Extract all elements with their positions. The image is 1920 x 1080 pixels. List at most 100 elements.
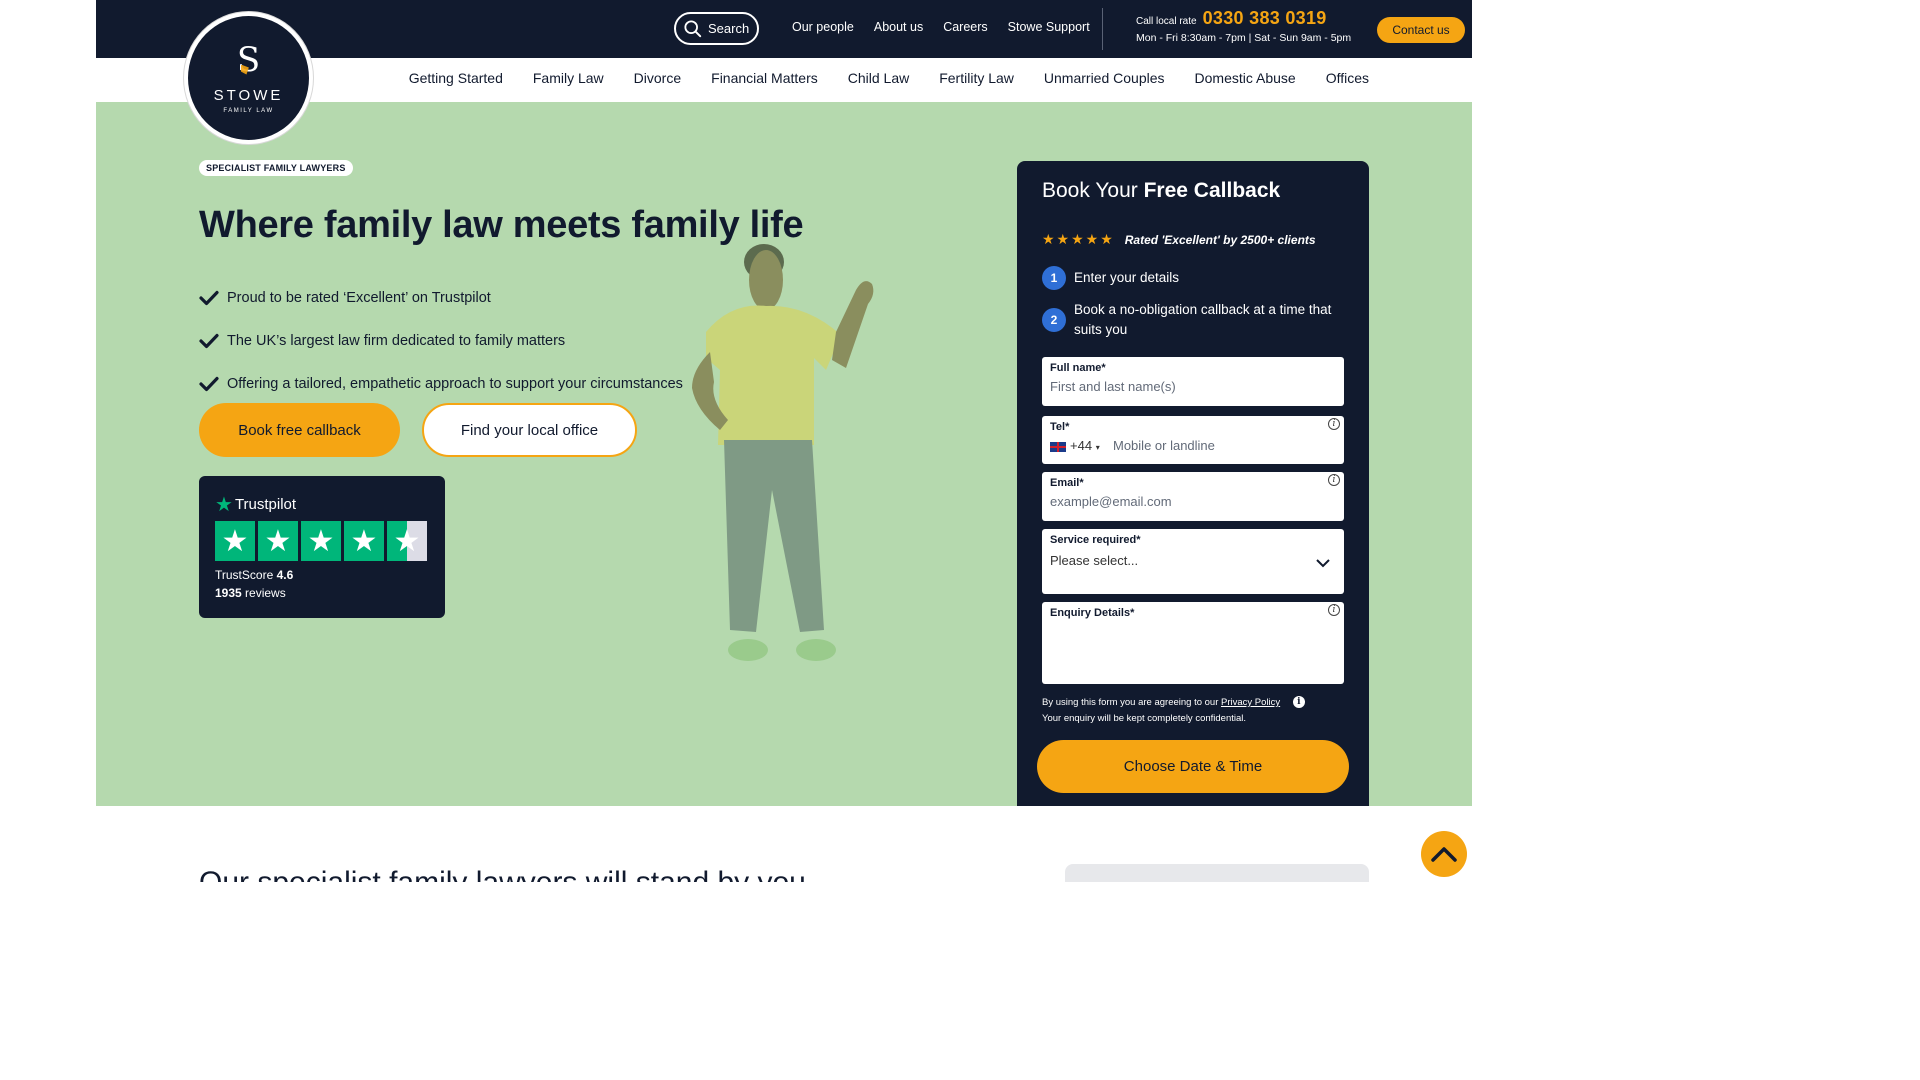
star-icon: ★ (301, 521, 341, 561)
tel-info-icon[interactable]: i (1328, 418, 1340, 430)
service-select[interactable]: Service required* Please select... (1042, 529, 1344, 594)
trustpilot-star-icon: ★ (215, 494, 233, 516)
nav-item-offices[interactable]: Offices (1326, 70, 1369, 86)
util-link-stowe-support[interactable]: Stowe Support (1008, 20, 1090, 34)
tel-placeholder: Mobile or landline (1113, 438, 1215, 453)
step-text: Book a no-obligation callback at a time … (1074, 302, 1332, 337)
email-field[interactable]: Email* i example@email.com (1042, 472, 1344, 521)
nav-item-getting-started[interactable]: Getting Started (409, 70, 503, 86)
nav-item-unmarried-couples[interactable]: Unmarried Couples (1044, 70, 1165, 86)
trustpilot-brand: Trustpilot (234, 496, 297, 513)
hero-point-text: Offering a tailored, empathetic approach… (227, 375, 683, 392)
call-label: Call local rate (1136, 16, 1197, 27)
opening-hours: Mon - Fri 8:30am - 7pm | Sat - Sun 9am -… (1136, 32, 1352, 44)
country-code: +44 (1070, 438, 1093, 453)
review-count-value: 1935 (215, 586, 242, 600)
stowe-logo[interactable]: S STOWE FAMILY LAW (184, 12, 313, 144)
check-icon (199, 376, 219, 391)
uk-flag-icon (1050, 441, 1066, 452)
tel-field[interactable]: Tel* i +44 ▾ Mobile or landline (1042, 416, 1344, 464)
enquiry-details-field[interactable]: Enquiry Details* i (1042, 602, 1344, 684)
hero-point: The UK’s largest law firm dedicated to f… (199, 319, 683, 362)
search-button[interactable]: Search (674, 12, 759, 45)
util-link-about-us[interactable]: About us (874, 20, 923, 34)
form-step: 1 Enter your details (1042, 266, 1334, 290)
email-info-icon[interactable]: i (1328, 474, 1340, 486)
lawyers-section-title: Our specialist family lawyers will stand… (199, 866, 806, 882)
tel-label: Tel* (1050, 421, 1070, 433)
scroll-to-top-button[interactable] (1421, 831, 1467, 877)
step-text: Enter your details (1074, 270, 1180, 285)
nav-item-child-law[interactable]: Child Law (848, 70, 909, 86)
lawyers-section-card (1065, 864, 1369, 882)
book-free-callback-button[interactable]: Book free callback (199, 403, 400, 457)
trustpilot-widget[interactable]: ★ Trustpilot ★ ★ ★ ★ ★ TrustScore 4.6 19… (199, 476, 445, 618)
check-icon (199, 290, 219, 305)
hero-point: Offering a tailored, empathetic approach… (199, 362, 683, 405)
choose-date-time-button[interactable]: Choose Date & Time (1037, 740, 1349, 793)
topbar-divider (1102, 8, 1103, 50)
search-label: Search (708, 21, 750, 36)
callback-form: Book Your Free Callback ★★★★★ Rated 'Exc… (1017, 161, 1369, 806)
form-title-prefix: Book Your (1042, 179, 1138, 202)
confidential-note: Your enquiry will be kept completely con… (1042, 713, 1247, 724)
privacy-policy-link[interactable]: Privacy Policy (1221, 697, 1280, 708)
person-illustration (692, 244, 874, 661)
trustscore-label: TrustScore (215, 568, 274, 582)
email-label: Email* (1050, 477, 1084, 489)
trustpilot-logo: ★ Trustpilot (215, 492, 296, 517)
trustscore: TrustScore 4.6 (215, 568, 293, 582)
hero-points: Proud to be rated ‘Excellent’ on Trustpi… (199, 276, 683, 405)
rating-stars-icon: ★★★★★ (1042, 231, 1115, 247)
service-label: Service required* (1050, 534, 1141, 546)
full-name-label: Full name* (1050, 362, 1106, 374)
trustscore-value: 4.6 (276, 568, 294, 582)
hero-point-text: The UK’s largest law firm dedicated to f… (227, 332, 566, 349)
caret-down-icon: ▾ (1095, 443, 1100, 452)
trustpilot-stars: ★ ★ ★ ★ ★ (215, 521, 427, 561)
star-icon: ★ (258, 521, 298, 561)
call-info: Call local rate 0330 383 0319 Mon - Fri … (1136, 8, 1351, 44)
form-step: 2 Book a no-obligation callback at a tim… (1042, 300, 1334, 340)
hero-point-text: Proud to be rated ‘Excellent’ on Trustpi… (227, 289, 491, 306)
service-placeholder: Please select... (1050, 553, 1139, 568)
form-title-bold: Free Callback (1143, 179, 1281, 202)
search-icon (684, 19, 702, 37)
rating-text: Rated 'Excellent' by 2500+ clients (1124, 232, 1316, 247)
logo-name: STOWE (213, 86, 284, 104)
star-icon: ★ (215, 521, 255, 561)
nav-item-family-law[interactable]: Family Law (533, 70, 604, 86)
form-rating: ★★★★★ Rated 'Excellent' by 2500+ clients (1042, 231, 1316, 248)
chevron-down-icon (1316, 559, 1330, 568)
nav-item-fertility-law[interactable]: Fertility Law (939, 70, 1014, 86)
hero-point: Proud to be rated ‘Excellent’ on Trustpi… (199, 276, 683, 319)
util-link-our-people[interactable]: Our people (792, 20, 854, 34)
hero-badge: SPECIALIST FAMILY LAWYERS (199, 160, 353, 176)
full-name-placeholder: First and last name(s) (1050, 379, 1176, 394)
review-count-label: reviews (245, 586, 286, 600)
email-placeholder: example@email.com (1050, 494, 1172, 509)
star-icon: ★ (344, 521, 384, 561)
page: Search Our people About us Careers Stowe… (0, 0, 1568, 882)
phone-number-link[interactable]: 0330 383 0319 (1203, 8, 1327, 29)
enquiry-info-icon[interactable]: i (1328, 604, 1340, 616)
review-count: 1935 reviews (215, 586, 286, 600)
logo-letter: S (236, 39, 261, 80)
privacy-note: By using this form you are agreeing to o… (1042, 695, 1305, 727)
country-code-select[interactable]: +44 ▾ (1050, 438, 1100, 453)
full-name-field[interactable]: Full name* First and last name(s) (1042, 357, 1344, 406)
star-half-icon: ★ (387, 521, 427, 561)
nav-item-divorce[interactable]: Divorce (634, 70, 681, 86)
check-icon (199, 333, 219, 348)
utility-nav: Our people About us Careers Stowe Suppor… (792, 20, 1090, 34)
enquiry-label: Enquiry Details* (1050, 607, 1135, 619)
logo-subtitle: FAMILY LAW (223, 107, 274, 114)
util-link-careers[interactable]: Careers (943, 20, 987, 34)
nav-item-financial-matters[interactable]: Financial Matters (711, 70, 818, 86)
privacy-info-icon[interactable]: i (1292, 696, 1305, 709)
step-number: 2 (1042, 308, 1066, 332)
find-local-office-button[interactable]: Find your local office (422, 403, 637, 457)
contact-us-button[interactable]: Contact us (1377, 17, 1465, 43)
chevron-up-icon (1431, 847, 1457, 862)
nav-item-domestic-abuse[interactable]: Domestic Abuse (1195, 70, 1296, 86)
